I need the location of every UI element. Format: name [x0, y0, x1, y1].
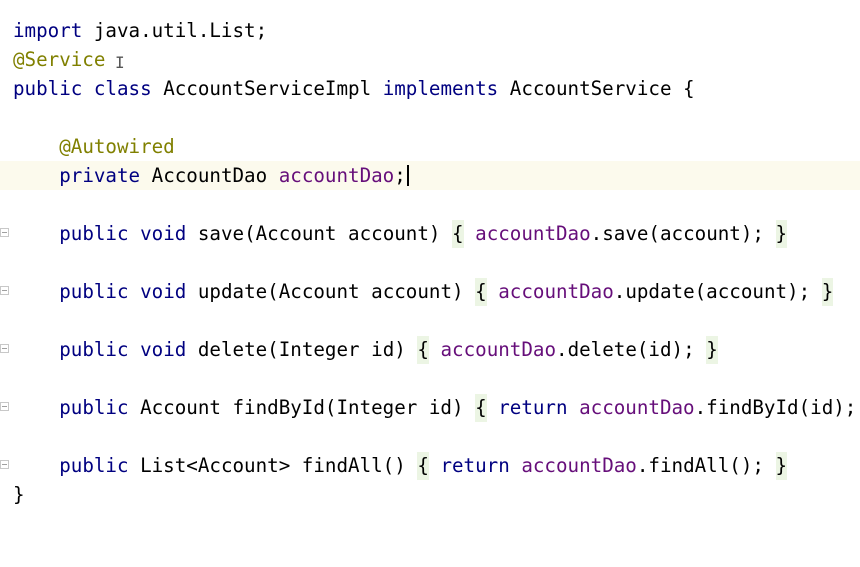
keyword: public [59, 454, 129, 477]
semicolon: ; [394, 164, 406, 187]
keyword: import [13, 19, 83, 42]
code-line-class-close[interactable]: } [0, 480, 860, 509]
fold-toggle-icon[interactable] [0, 402, 9, 411]
mouse-ibeam-cursor-icon: I [115, 53, 125, 72]
keyword: public [59, 338, 129, 361]
keyword: private [59, 164, 141, 187]
method-signature: delete(Integer id) [186, 338, 418, 361]
type-name: AccountDao [140, 164, 279, 187]
method-call: .findById(id); [694, 396, 857, 419]
fold-toggle-icon[interactable] [0, 228, 9, 237]
code-line-save-method[interactable]: public void save(Account account) { acco… [0, 219, 860, 248]
field-name: accountDao [498, 280, 614, 303]
closing-brace: } [13, 483, 25, 506]
code-line-delete-method[interactable]: public void delete(Integer id) { account… [0, 335, 860, 364]
text-caret [406, 165, 409, 186]
fold-toggle-icon[interactable] [0, 344, 9, 353]
keyword: void [140, 338, 187, 361]
close-brace: } [821, 278, 834, 306]
method-call: .update(account); [613, 280, 811, 303]
code-line-class-declaration[interactable]: public class AccountServiceImpl implemen… [0, 74, 860, 103]
keyword: return [498, 396, 568, 419]
open-brace: { [475, 278, 487, 306]
open-brace: { [417, 336, 429, 364]
keyword: public [13, 77, 83, 100]
open-brace: { [417, 452, 429, 480]
open-brace: { [452, 220, 464, 248]
keyword: class [93, 77, 152, 100]
code-line-field-current[interactable]: private AccountDao accountDao; [0, 161, 860, 190]
method-signature: save(Account account) [186, 222, 453, 245]
field-name: accountDao [278, 164, 395, 187]
field-name: accountDao [579, 396, 695, 419]
field-name: accountDao [440, 338, 557, 361]
keyword: return [440, 454, 510, 477]
code-line-autowired[interactable]: @Autowired [0, 132, 860, 161]
keyword: public [59, 280, 129, 303]
code-line-update-method[interactable]: public void update(Account account) { ac… [0, 277, 860, 306]
keyword: void [140, 280, 187, 303]
field-name: accountDao [475, 222, 591, 245]
method-call: .save(account); [590, 222, 764, 245]
close-brace: } [775, 452, 788, 480]
method-signature: Account findById(Integer id) [128, 396, 476, 419]
method-signature: update(Account account) [186, 280, 476, 303]
code-line-service-annotation[interactable]: @Service [0, 45, 860, 74]
method-call: .delete(id); [556, 338, 695, 361]
code-line-findbyid-method[interactable]: public Account findById(Integer id) { re… [0, 393, 860, 422]
code-editor[interactable]: import java.util.List; @Service public c… [0, 0, 860, 535]
keyword: public [59, 396, 129, 419]
keyword: public [59, 222, 129, 245]
method-signature: List<Account> findAll() [128, 454, 418, 477]
close-brace: } [706, 336, 718, 364]
import-path: java.util.List; [82, 19, 268, 42]
field-name: accountDao [521, 454, 637, 477]
code-line-findall-method[interactable]: public List<Account> findAll() { return … [0, 451, 860, 480]
open-brace: { [475, 394, 487, 422]
keyword: implements [382, 77, 499, 100]
fold-toggle-icon[interactable] [0, 460, 9, 469]
keyword: void [140, 222, 187, 245]
code-line-import[interactable]: import java.util.List; [0, 16, 860, 45]
method-call: .findAll(); [636, 454, 764, 477]
class-name: AccountServiceImpl [151, 77, 383, 100]
interface-name: AccountService { [498, 77, 695, 100]
annotation: @Service [13, 48, 106, 71]
annotation: @Autowired [59, 135, 175, 158]
fold-toggle-icon[interactable] [0, 286, 9, 295]
close-brace: } [775, 220, 788, 248]
